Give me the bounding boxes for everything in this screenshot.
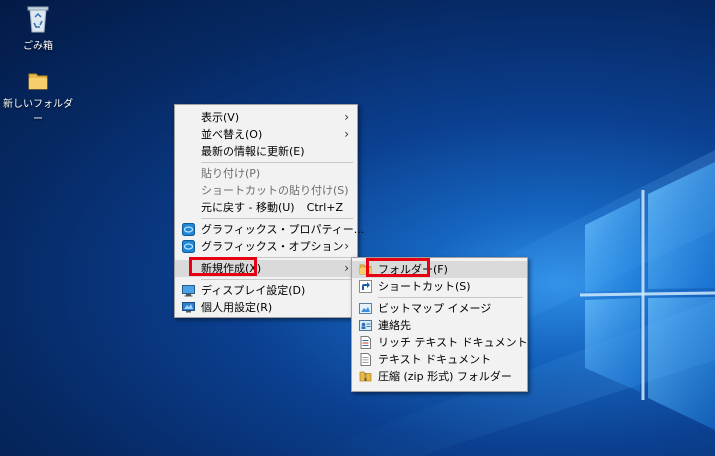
submenu-item-contact[interactable]: 連絡先 [352,317,527,334]
menu-item-label: グラフィックス・オプション [201,240,344,253]
menu-item-label: 貼り付け(P) [201,167,261,180]
desktop-icon-label: 新しいフォルダー [3,99,73,125]
menu-item-label: グラフィックス・プロパティー... [201,223,365,236]
chevron-right-icon: › [344,261,349,275]
menu-item-paste: 貼り付け(P) [175,165,357,182]
intel-graphics-icon [182,240,195,253]
menu-item-label: ショートカットの貼り付け(S) [201,184,349,197]
menu-separator [201,162,353,163]
display-icon [182,285,195,297]
menu-item-label: ビットマップ イメージ [378,302,492,315]
personalize-icon [182,302,195,313]
desktop-icon-recycle-bin[interactable]: ごみ箱 [3,4,73,52]
menu-item-label: 元に戻す - 移動(U) [201,201,295,214]
menu-item-paste-shortcut: ショートカットの貼り付け(S) [175,182,357,199]
menu-item-graphics-options[interactable]: グラフィックス・オプション › [175,238,357,255]
bitmap-icon [359,303,372,314]
menu-separator [201,257,353,258]
shortcut-icon [359,280,372,293]
menu-separator [201,279,353,280]
submenu-item-shortcut[interactable]: ショートカット(S) [352,278,527,295]
chevron-right-icon: › [344,110,349,124]
text-document-icon [360,353,371,366]
new-submenu: フォルダー(F) ショートカット(S) ビットマップ イメージ 連絡先 リッチ … [351,257,528,392]
desktop-context-menu: 表示(V) › 並べ替え(O) › 最新の情報に更新(E) 貼り付け(P) ショ… [174,104,364,318]
menu-separator [378,297,523,298]
chevron-right-icon: › [344,127,349,141]
menu-item-label: 表示(V) [201,111,240,124]
menu-separator [201,218,353,219]
menu-item-sort[interactable]: 並べ替え(O) › [175,126,357,143]
menu-item-personalize[interactable]: 個人用設定(R) [175,299,357,316]
desktop-icon-new-folder[interactable]: 新しいフォルダー [3,70,73,125]
rich-text-icon [360,336,371,349]
menu-item-refresh[interactable]: 最新の情報に更新(E) [175,143,357,160]
submenu-item-text-document[interactable]: テキスト ドキュメント [352,351,527,368]
menu-item-label: 個人用設定(R) [201,301,273,314]
menu-item-shortcut: Ctrl+Z [306,201,343,214]
menu-item-graphics-properties[interactable]: グラフィックス・プロパティー... [175,221,364,238]
menu-item-undo-move[interactable]: 元に戻す - 移動(U) Ctrl+Z [175,199,357,216]
intel-graphics-icon [182,223,195,236]
folder-icon [28,73,48,90]
menu-item-display-settings[interactable]: ディスプレイ設定(D) [175,282,357,299]
submenu-item-bitmap[interactable]: ビットマップ イメージ [352,300,527,317]
menu-item-new[interactable]: 新規作成(X) › [175,260,357,277]
submenu-item-folder[interactable]: フォルダー(F) [352,261,527,278]
menu-item-label: ディスプレイ設定(D) [201,284,306,297]
contact-icon [359,320,372,331]
menu-item-label: ショートカット(S) [378,280,471,293]
menu-item-label: リッチ テキスト ドキュメント [378,336,528,349]
desktop-icon-label: ごみ箱 [23,41,53,52]
menu-item-label: 圧縮 (zip 形式) フォルダー [378,370,512,383]
recycle-bin-icon [27,6,49,33]
menu-item-label: テキスト ドキュメント [378,353,492,366]
menu-item-view[interactable]: 表示(V) › [175,109,357,126]
chevron-right-icon: › [344,239,349,253]
submenu-item-zip-folder[interactable]: 圧縮 (zip 形式) フォルダー [352,368,527,385]
folder-icon [359,264,372,275]
menu-item-label: 新規作成(X) [201,262,262,275]
menu-item-label: フォルダー(F) [378,263,448,276]
menu-item-label: 最新の情報に更新(E) [201,145,305,158]
submenu-item-rich-text[interactable]: リッチ テキスト ドキュメント [352,334,528,351]
menu-item-label: 並べ替え(O) [201,128,263,141]
menu-item-label: 連絡先 [378,319,411,332]
zip-folder-icon [359,371,372,382]
